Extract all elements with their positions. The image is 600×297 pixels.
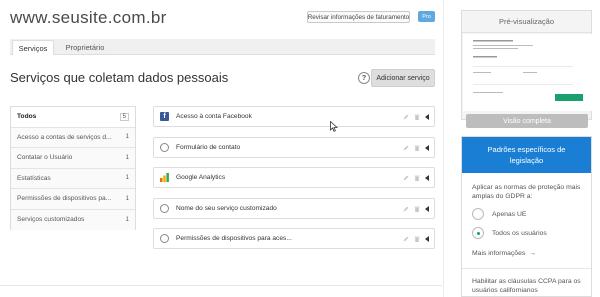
arrow-right-icon: →: [529, 250, 537, 257]
mouse-cursor-icon: [330, 121, 338, 132]
preview-card: Pré-visualização Visão completa: [461, 10, 592, 128]
help-icon[interactable]: ?: [358, 72, 370, 84]
service-name: Formulário de contato: [176, 144, 241, 151]
filter-item-count: 1: [125, 195, 129, 202]
section-title: Serviços que coletam dados pessoais: [10, 70, 229, 85]
edit-pencil-icon[interactable]: [403, 175, 409, 181]
review-billing-button[interactable]: Revisar informações de faturamento: [307, 11, 410, 23]
radio-option-eu-only[interactable]: Apenas UE: [472, 208, 581, 220]
edit-pencil-icon[interactable]: [403, 206, 409, 212]
radio-option-all-users[interactable]: Todos os usuários: [472, 227, 581, 239]
caret-left-icon[interactable]: [425, 235, 429, 242]
globe-icon: [160, 234, 169, 243]
caret-left-icon[interactable]: [425, 174, 429, 181]
filter-item-account-access[interactable]: Acesso a contas de serviços d... 1: [11, 127, 135, 148]
globe-icon: [160, 143, 169, 152]
filter-item-count: 1: [125, 134, 129, 141]
full-view-button[interactable]: Visão completa: [466, 114, 588, 128]
filter-item-label: Todos: [17, 113, 37, 121]
filter-item-count: 5: [119, 112, 129, 121]
radio-label: Apenas UE: [492, 210, 527, 218]
sidebar-divider: [443, 0, 444, 297]
filter-item-custom-services[interactable]: Serviços customizados 1: [11, 209, 135, 230]
service-row-contact-form[interactable]: Formulário de contato: [153, 137, 435, 158]
edit-pencil-icon[interactable]: [403, 236, 409, 242]
filter-item-label: Estatísticas: [17, 174, 51, 182]
filter-item-count: 1: [125, 175, 129, 182]
caret-left-icon[interactable]: [425, 205, 429, 212]
more-info-link[interactable]: Mais informações →: [472, 249, 581, 258]
service-name: Google Analytics: [176, 174, 226, 181]
service-name: Acesso à conta Facebook: [176, 113, 252, 120]
radio-button-selected[interactable]: [472, 227, 484, 239]
trash-icon[interactable]: [414, 206, 420, 212]
ccpa-toggle-label: Habilitar as cláusulas CCPA para os usuá…: [472, 278, 581, 294]
edit-pencil-icon[interactable]: [403, 145, 409, 151]
caret-left-icon[interactable]: [425, 144, 429, 151]
google-analytics-icon: [160, 173, 169, 182]
filter-item-label: Acesso a contas de serviços d...: [17, 133, 112, 141]
divider: [462, 268, 591, 269]
more-info-label: Mais informações: [472, 250, 526, 257]
regulations-card: Padrões específicos de legislação Aplica…: [461, 136, 592, 297]
trash-icon[interactable]: [414, 114, 420, 120]
service-name: Nome do seu serviço customizado: [176, 205, 277, 212]
service-row-custom-service[interactable]: Nome do seu serviço customizado: [153, 198, 435, 219]
facebook-icon: f: [160, 112, 169, 121]
site-url: www.seusite.com.br: [10, 8, 167, 27]
trash-icon[interactable]: [414, 175, 420, 181]
category-filter-list: Todos 5 Acesso a contas de serviços d...…: [10, 106, 136, 230]
filter-item-count: 1: [125, 216, 129, 223]
divider: [0, 285, 442, 286]
filter-item-label: Permissões de dispositivos pa...: [17, 195, 112, 203]
service-name: Permissões de dispositivos para aces...: [176, 235, 292, 242]
filter-item-all[interactable]: Todos 5: [11, 107, 135, 128]
add-service-button[interactable]: Adicionar serviço: [371, 69, 435, 87]
caret-left-icon[interactable]: [425, 113, 429, 120]
trash-icon[interactable]: [414, 236, 420, 242]
filter-item-label: Contatar o Usuário: [17, 154, 73, 162]
policy-preview-thumbnail[interactable]: [463, 34, 592, 111]
service-row-facebook[interactable]: f Acesso à conta Facebook: [153, 106, 435, 127]
gdpr-question: Aplicar as normas de proteção mais ampla…: [472, 184, 581, 200]
service-row-google-analytics[interactable]: Google Analytics: [153, 167, 435, 188]
tab-bar: Serviços Proprietário: [10, 39, 435, 55]
tab-services[interactable]: Serviços: [12, 40, 54, 55]
filter-item-count: 1: [125, 154, 129, 161]
pro-badge: Pro: [418, 11, 435, 22]
regulations-header: Padrões específicos de legislação: [462, 137, 591, 173]
tab-owner[interactable]: Proprietário: [58, 40, 112, 55]
filter-item-contact-user[interactable]: Contatar o Usuário 1: [11, 148, 135, 169]
filter-item-device-permissions[interactable]: Permissões de dispositivos pa... 1: [11, 189, 135, 210]
radio-button[interactable]: [472, 208, 484, 220]
globe-icon: [160, 204, 169, 213]
trash-icon[interactable]: [414, 145, 420, 151]
edit-pencil-icon[interactable]: [403, 114, 409, 120]
filter-item-label: Serviços customizados: [17, 216, 85, 224]
service-row-device-permissions[interactable]: Permissões de dispositivos para aces...: [153, 228, 435, 249]
preview-title: Pré-visualização: [462, 11, 591, 33]
filter-item-statistics[interactable]: Estatísticas 1: [11, 168, 135, 189]
radio-label: Todos os usuários: [492, 229, 547, 237]
